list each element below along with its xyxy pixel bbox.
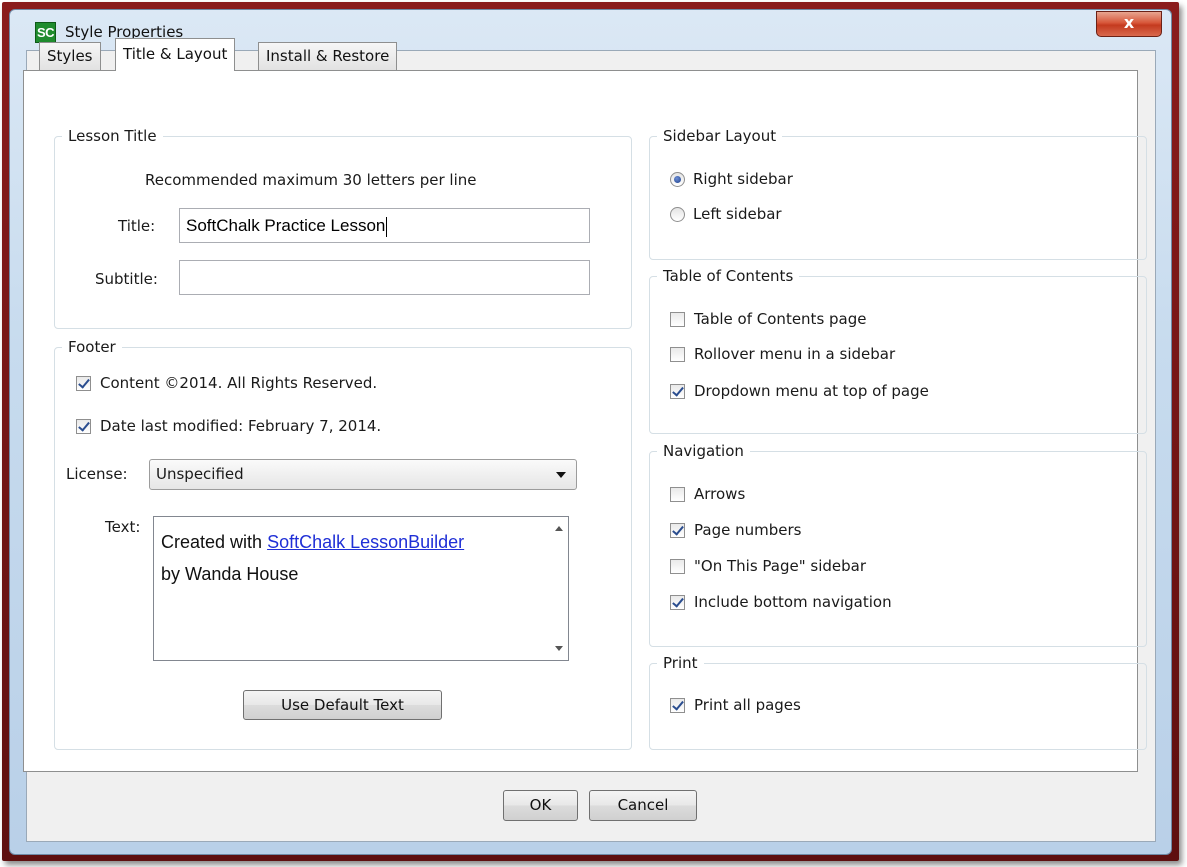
footer-text-content: Created with SoftChalk LessonBuilder by … (161, 526, 464, 590)
sidebar-layout-group: Sidebar Layout (649, 126, 1147, 260)
text-caret (386, 216, 388, 237)
license-dropdown[interactable]: Unspecified (149, 459, 577, 490)
content-copyright-label: Content ©2014. All Rights Reserved. (100, 374, 378, 392)
license-selected-value: Unspecified (156, 465, 244, 483)
tab-install-restore[interactable]: Install & Restore (258, 42, 398, 70)
title-hint: Recommended maximum 30 letters per line (145, 171, 477, 189)
arrows-checkbox[interactable] (670, 487, 685, 502)
right-sidebar-radio[interactable] (670, 172, 685, 187)
footer-text-line2: by Wanda House (161, 564, 299, 584)
footer-text-label: Text: (105, 518, 141, 536)
footer-text-area[interactable]: Created with SoftChalk LessonBuilder by … (153, 516, 569, 661)
cancel-button[interactable]: Cancel (589, 790, 697, 821)
title-input-value: SoftChalk Practice Lesson (186, 216, 386, 235)
scroll-up-arrow-icon[interactable] (555, 526, 563, 531)
on-this-page-checkbox[interactable] (670, 559, 685, 574)
bottom-navigation-checkbox[interactable] (670, 595, 685, 610)
toc-legend: Table of Contents (657, 266, 800, 286)
footer-text-scrollbar[interactable] (551, 517, 568, 660)
title-label: Title: (118, 217, 156, 235)
lesson-title-legend: Lesson Title (62, 126, 163, 146)
tab-title-layout[interactable]: Title & Layout (115, 38, 236, 71)
chevron-down-icon (556, 472, 566, 478)
left-sidebar-label: Left sidebar (693, 205, 782, 223)
softchalk-lessonbuilder-link[interactable]: SoftChalk LessonBuilder (267, 532, 464, 552)
softchalk-app-icon: SC (35, 22, 56, 43)
date-modified-label: Date last modified: February 7, 2014. (100, 417, 382, 435)
rollover-menu-label: Rollover menu in a sidebar (694, 345, 896, 363)
toc-page-label: Table of Contents page (694, 310, 867, 328)
print-legend: Print (657, 653, 704, 673)
subtitle-input[interactable] (179, 260, 590, 295)
footer-text-prefix: Created with (161, 532, 268, 552)
page-numbers-label: Page numbers (694, 521, 802, 539)
print-all-pages-label: Print all pages (694, 696, 801, 714)
toc-page-checkbox[interactable] (670, 312, 685, 327)
dropdown-menu-label: Dropdown menu at top of page (694, 382, 929, 400)
navigation-legend: Navigation (657, 441, 750, 461)
date-modified-checkbox[interactable] (76, 419, 91, 434)
on-this-page-label: "On This Page" sidebar (694, 557, 866, 575)
page-numbers-checkbox[interactable] (670, 523, 685, 538)
right-sidebar-label: Right sidebar (693, 170, 793, 188)
navigation-group: Navigation (649, 441, 1147, 647)
print-all-pages-checkbox[interactable] (670, 698, 685, 713)
rollover-menu-checkbox[interactable] (670, 347, 685, 362)
ok-button[interactable]: OK (503, 790, 578, 821)
tab-styles[interactable]: Styles (39, 42, 101, 70)
arrows-label: Arrows (694, 485, 746, 503)
use-default-text-button[interactable]: Use Default Text (243, 690, 442, 720)
content-copyright-checkbox[interactable] (76, 376, 91, 391)
bottom-navigation-label: Include bottom navigation (694, 593, 892, 611)
footer-legend: Footer (62, 337, 122, 357)
scroll-down-arrow-icon[interactable] (555, 646, 563, 651)
left-sidebar-radio[interactable] (670, 207, 685, 222)
license-label: License: (66, 465, 128, 483)
sidebar-layout-legend: Sidebar Layout (657, 126, 783, 146)
title-input[interactable]: SoftChalk Practice Lesson (179, 208, 590, 243)
dropdown-menu-checkbox[interactable] (670, 384, 685, 399)
close-button[interactable]: x (1096, 11, 1162, 37)
subtitle-label: Subtitle: (95, 270, 158, 288)
